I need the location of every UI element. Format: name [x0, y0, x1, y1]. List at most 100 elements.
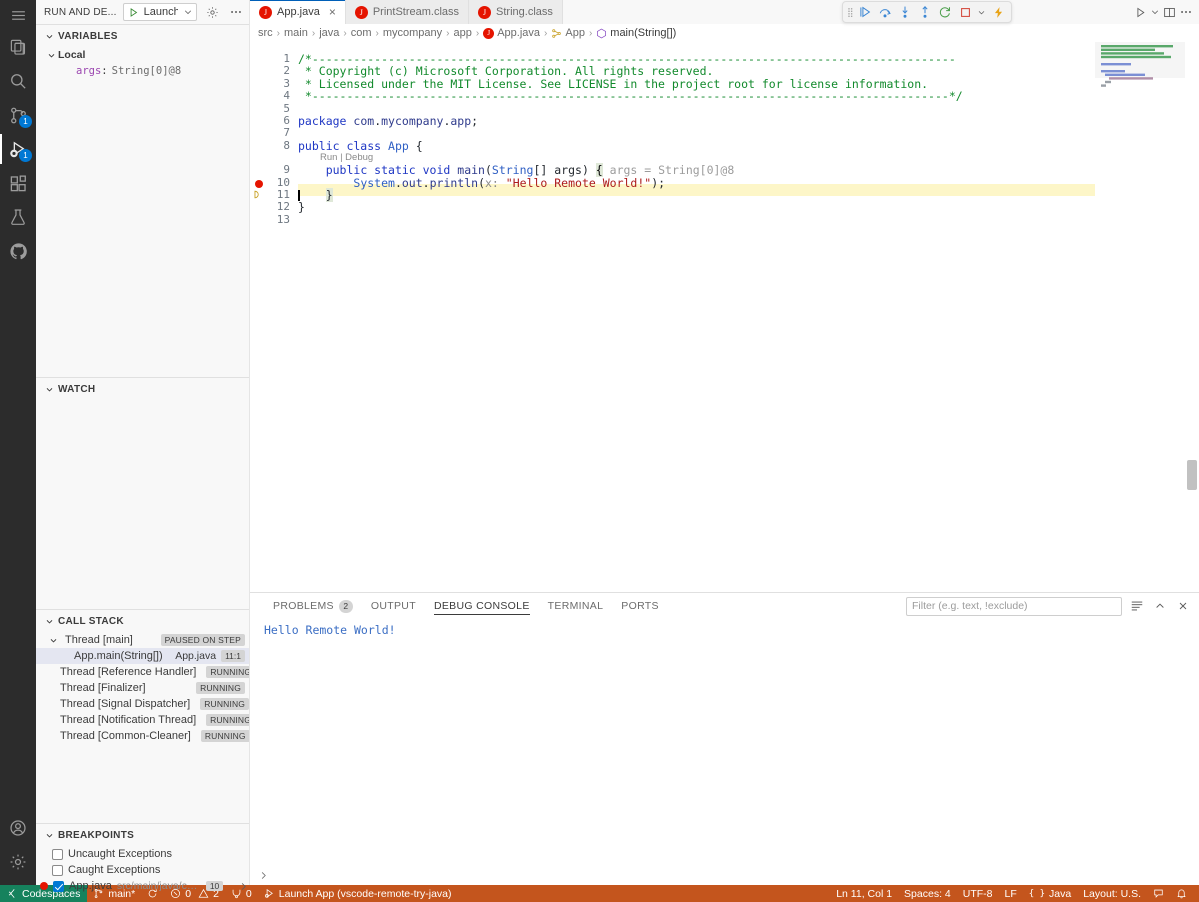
breakpoint-path: src/main/java/com/myc...: [116, 880, 201, 892]
eol[interactable]: LF: [999, 885, 1023, 902]
breakpoint-checkbox[interactable]: [53, 880, 64, 892]
breadcrumb-item-class[interactable]: App: [551, 27, 585, 39]
search-icon[interactable]: [0, 64, 36, 98]
line-number-with-debug-arrow[interactable]: 11: [250, 188, 298, 201]
call-stack-frame[interactable]: App.main(String[]) App.java 11:1: [36, 648, 249, 664]
chevron-right-icon[interactable]: [238, 881, 249, 892]
breakpoint-row[interactable]: Uncaught Exceptions: [36, 846, 249, 862]
line-number: 13: [276, 212, 290, 226]
variable-row[interactable]: args : String[0]@8: [36, 63, 249, 79]
breadcrumb-item[interactable]: com: [351, 27, 372, 39]
tab-label: PrintStream.class: [372, 6, 460, 18]
clear-console-icon[interactable]: [1129, 598, 1145, 614]
notifications-icon[interactable]: [1170, 885, 1193, 902]
cursor-position[interactable]: Ln 11, Col 1: [830, 885, 898, 902]
tab-output[interactable]: OUTPUT: [362, 593, 425, 619]
breakpoint-row[interactable]: App.java src/main/java/com/myc... 10: [36, 878, 249, 894]
hot-reload-icon[interactable]: [989, 3, 1008, 22]
call-stack-thread[interactable]: Thread [Finalizer] RUNNING: [36, 680, 249, 696]
debug-console-input[interactable]: [250, 870, 269, 881]
breakpoint-checkbox[interactable]: [52, 848, 63, 860]
more-actions-icon[interactable]: [1179, 5, 1193, 19]
call-stack-section-header[interactable]: CALL STACK: [36, 610, 249, 632]
tab-ports[interactable]: PORTS: [612, 593, 668, 619]
accounts-icon[interactable]: [0, 811, 36, 845]
tab-app-java[interactable]: J App.java ×: [250, 0, 346, 24]
line-text: }: [298, 200, 305, 215]
bottom-panel: PROBLEMS 2 OUTPUT DEBUG CONSOLE TERMINAL…: [250, 592, 1199, 885]
extensions-icon[interactable]: [0, 166, 36, 200]
breadcrumb-item[interactable]: main: [284, 27, 308, 39]
menu-icon[interactable]: [0, 0, 36, 30]
run-or-debug-icon[interactable]: [1134, 6, 1147, 19]
breadcrumb-item-file[interactable]: J App.java: [483, 27, 540, 39]
breakpoint-row[interactable]: Caught Exceptions: [36, 862, 249, 878]
chevron-down-icon[interactable]: [976, 3, 988, 22]
drag-handle-icon[interactable]: ⣿: [846, 7, 855, 18]
testing-icon[interactable]: [0, 200, 36, 234]
source-control-icon[interactable]: 1: [0, 98, 36, 132]
open-launch-json-icon[interactable]: [203, 3, 221, 21]
thread-label: Thread [Reference Handler]: [60, 666, 197, 678]
call-stack-thread[interactable]: Thread [Notification Thread] RUNNING: [36, 712, 249, 728]
debug-session-indicator[interactable]: Launch App (vscode-remote-try-java): [258, 885, 458, 902]
start-debugging-icon[interactable]: [128, 7, 139, 18]
tab-problems[interactable]: PROBLEMS 2: [264, 593, 362, 619]
editor-vertical-scrollbar[interactable]: [1185, 42, 1199, 592]
tab-terminal[interactable]: TERMINAL: [539, 593, 613, 619]
breakpoints-section-header[interactable]: BREAKPOINTS: [36, 824, 249, 846]
launch-configuration-select[interactable]: Launch App: [122, 3, 197, 21]
github-icon[interactable]: [0, 234, 36, 268]
scrollbar-thumb[interactable]: [1187, 460, 1197, 490]
breadcrumb-item[interactable]: src: [258, 27, 273, 39]
settings-gear-icon[interactable]: [0, 845, 36, 879]
tab-printstream-class[interactable]: J PrintStream.class: [345, 0, 470, 24]
variables-section-header[interactable]: VARIABLES: [36, 25, 249, 47]
breadcrumb-item[interactable]: app: [454, 27, 472, 39]
feedback-icon[interactable]: [1147, 885, 1170, 902]
keyboard-layout[interactable]: Layout: U.S.: [1077, 885, 1147, 902]
breadcrumb-item[interactable]: java: [319, 27, 339, 39]
sidebar-more-actions-icon[interactable]: [227, 3, 245, 21]
indentation[interactable]: Spaces: 4: [898, 885, 957, 902]
chevron-right-icon: ›: [276, 27, 281, 39]
filter-input[interactable]: [906, 596, 1122, 616]
step-into-icon[interactable]: [896, 3, 915, 22]
call-stack-thread[interactable]: Thread [Common-Cleaner] RUNNING: [36, 728, 249, 744]
close-icon[interactable]: ×: [329, 6, 336, 18]
breadcrumb-item-method[interactable]: main(String[]): [596, 27, 676, 39]
chevron-down-icon[interactable]: [1150, 7, 1160, 17]
close-panel-icon[interactable]: [1175, 598, 1191, 614]
call-stack-thread-main[interactable]: Thread [main] PAUSED ON STEP: [36, 632, 249, 648]
stop-icon[interactable]: [956, 3, 975, 22]
thread-state-badge: RUNNING: [206, 665, 249, 679]
watch-section-header[interactable]: WATCH: [36, 378, 249, 400]
step-out-icon[interactable]: [916, 3, 935, 22]
line-number-with-breakpoint[interactable]: 10: [250, 176, 298, 189]
breakpoint-dot-icon[interactable]: [255, 179, 263, 188]
breakpoint-checkbox[interactable]: [52, 864, 63, 876]
split-editor-icon[interactable]: [1163, 6, 1176, 19]
minimap[interactable]: [1095, 42, 1185, 592]
debug-console-output[interactable]: Hello Remote World!: [250, 619, 1199, 885]
language-mode[interactable]: { } Java: [1023, 885, 1077, 902]
variables-scope-local[interactable]: Local: [36, 47, 249, 63]
chevron-down-icon[interactable]: [183, 7, 193, 17]
breadcrumb-item[interactable]: mycompany: [383, 27, 442, 39]
code-editor[interactable]: 1 /*------------------------------------…: [250, 42, 1199, 592]
maximize-panel-icon[interactable]: [1152, 598, 1168, 614]
run-and-debug-icon[interactable]: 1: [0, 132, 36, 166]
encoding[interactable]: UTF-8: [957, 885, 999, 902]
call-stack-thread[interactable]: Thread [Signal Dispatcher] RUNNING: [36, 696, 249, 712]
step-over-icon[interactable]: [876, 3, 895, 22]
method-icon: [596, 28, 607, 39]
continue-icon[interactable]: [856, 3, 875, 22]
explorer-icon[interactable]: [0, 30, 36, 64]
thread-label: Thread [Finalizer]: [60, 682, 146, 694]
activity-bar: 1 1: [0, 0, 36, 885]
restart-icon[interactable]: [936, 3, 955, 22]
tab-debug-console[interactable]: DEBUG CONSOLE: [425, 593, 539, 619]
call-stack-thread[interactable]: Thread [Reference Handler] RUNNING: [36, 664, 249, 680]
frame-position: 11:1: [221, 649, 245, 663]
tab-string-class[interactable]: J String.class: [469, 0, 563, 24]
